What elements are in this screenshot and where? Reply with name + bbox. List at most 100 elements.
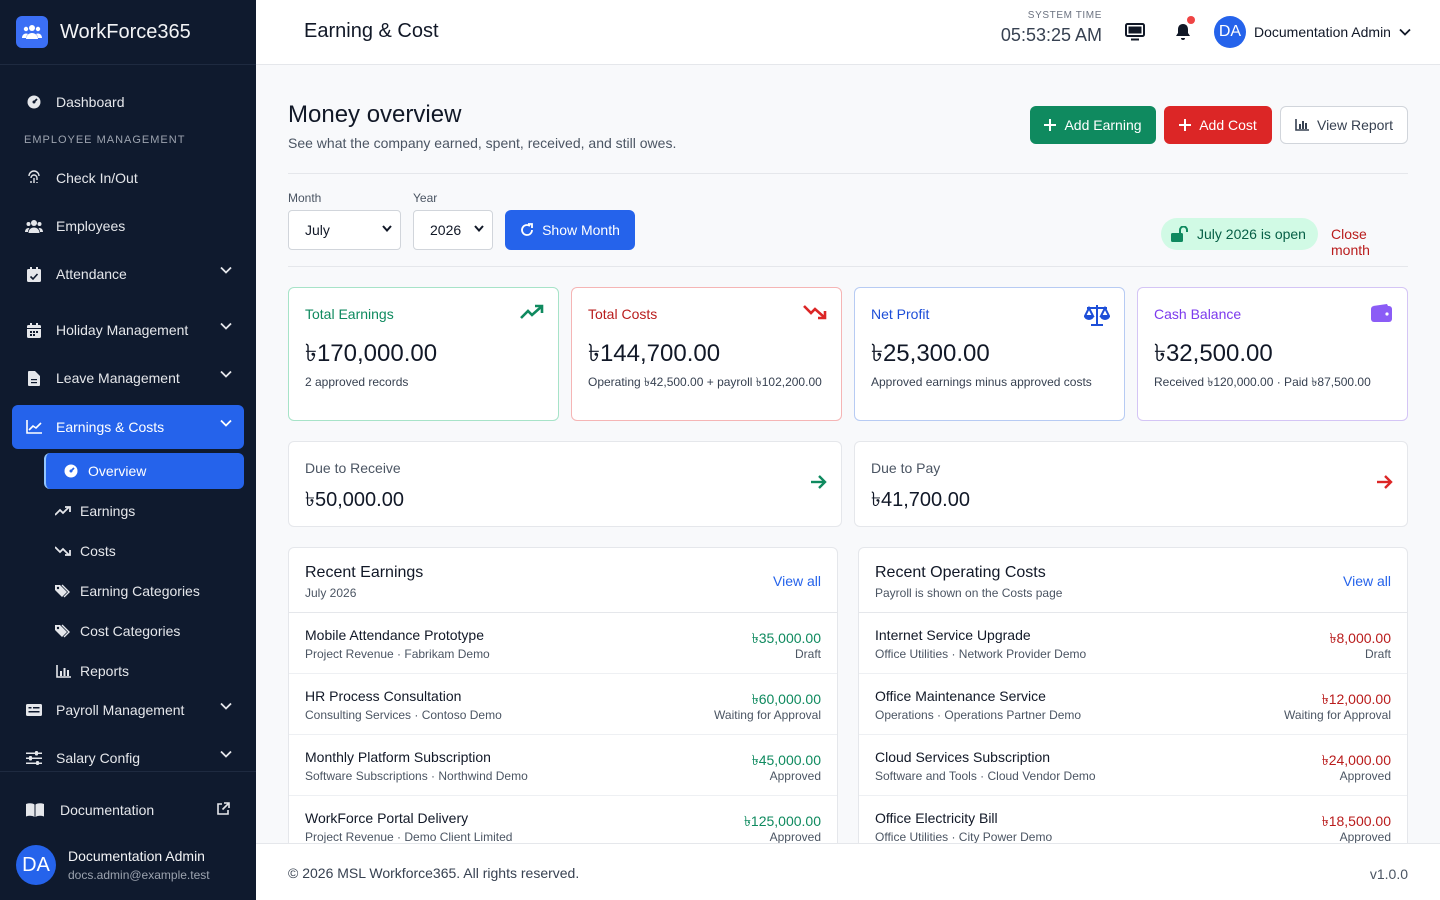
fingerprint-icon bbox=[24, 168, 44, 188]
earning-row[interactable]: WorkForce Portal Delivery Project Revenu… bbox=[289, 796, 837, 843]
due-to-receive-card[interactable]: Due to Receive ৳50,000.00 bbox=[288, 441, 842, 527]
view-all-costs-link[interactable]: View all bbox=[1343, 573, 1391, 589]
row-meta: Project Revenue · Demo Client Limited bbox=[305, 830, 513, 843]
brand-name: WorkForce365 bbox=[60, 20, 191, 43]
sidebar-subitem-label: Earning Categories bbox=[80, 583, 200, 599]
close-month-link[interactable]: Close month bbox=[1331, 226, 1408, 258]
avatar: DA bbox=[16, 845, 56, 885]
calendar-check-icon bbox=[24, 264, 44, 284]
row-status: Draft bbox=[794, 647, 821, 661]
show-month-button[interactable]: Show Month bbox=[505, 210, 635, 250]
sidebar-item-label: Salary Config bbox=[56, 750, 141, 766]
sidebar-subitem-label: Cost Categories bbox=[80, 623, 181, 639]
monitor-icon[interactable] bbox=[1123, 20, 1147, 44]
earning-row[interactable]: Monthly Platform Subscription Software S… bbox=[289, 735, 837, 796]
month-select-value: July bbox=[305, 222, 330, 238]
row-name: WorkForce Portal Delivery bbox=[305, 810, 469, 826]
month-select[interactable]: July bbox=[288, 210, 401, 250]
row-status: Approved bbox=[769, 769, 821, 783]
row-name: Office Maintenance Service bbox=[875, 688, 1046, 704]
kpi-note: Received ৳120,000.00 · Paid ৳87,500.00 bbox=[1154, 375, 1371, 389]
sidebar-item-attendance[interactable]: Attendance bbox=[12, 252, 244, 296]
cost-row[interactable]: Office Electricity Bill Office Utilities… bbox=[859, 796, 1407, 843]
due-to-pay-card[interactable]: Due to Pay ৳41,700.00 bbox=[854, 441, 1408, 527]
sidebar-item-payroll-management[interactable]: Payroll Management bbox=[12, 688, 244, 732]
row-status: Approved bbox=[1339, 769, 1391, 783]
bell-icon[interactable] bbox=[1171, 16, 1195, 44]
main-content: Money overview See what the company earn… bbox=[288, 65, 1408, 843]
sidebar-item-dashboard[interactable]: Dashboard bbox=[12, 80, 244, 124]
sidebar-subitem-reports[interactable]: Reports bbox=[44, 653, 244, 689]
sidebar-item-label: Holiday Management bbox=[56, 322, 189, 338]
sidebar-item-label: Attendance bbox=[56, 266, 127, 282]
add-cost-button[interactable]: Add Cost bbox=[1164, 106, 1272, 144]
row-status: Waiting for Approval bbox=[714, 708, 821, 722]
brand[interactable]: WorkForce365 bbox=[0, 0, 256, 65]
sidebar-subitem-overview[interactable]: Overview bbox=[44, 453, 244, 489]
add-earning-label: Add Earning bbox=[1064, 117, 1142, 133]
sidebar-item-label: Check In/Out bbox=[56, 170, 138, 186]
sidebar-subitem-cost-categories[interactable]: Cost Categories bbox=[44, 613, 244, 649]
sidebar-subitem-label: Overview bbox=[88, 463, 147, 479]
row-status: Waiting for Approval bbox=[1284, 708, 1391, 722]
sidebar-item-holiday-management[interactable]: Holiday Management bbox=[12, 308, 244, 352]
add-cost-label: Add Cost bbox=[1199, 117, 1257, 133]
documentation-label: Documentation bbox=[60, 802, 155, 818]
arrow-right-icon bbox=[811, 475, 827, 489]
view-report-button[interactable]: View Report bbox=[1280, 106, 1408, 144]
page-title: Money overview bbox=[288, 101, 462, 128]
row-name: Monthly Platform Subscription bbox=[305, 749, 491, 765]
user-menu-name: Documentation Admin bbox=[1254, 24, 1391, 40]
sidebar-subitem-earning-categories[interactable]: Earning Categories bbox=[44, 573, 244, 609]
cost-row[interactable]: Internet Service Upgrade Office Utilitie… bbox=[859, 613, 1407, 674]
users-logo-icon bbox=[16, 16, 48, 48]
earning-row[interactable]: Mobile Attendance Prototype Project Reve… bbox=[289, 613, 837, 674]
row-meta: Consulting Services · Contoso Demo bbox=[305, 708, 502, 722]
row-meta: Software Subscriptions · Northwind Demo bbox=[305, 769, 528, 783]
avatar: DA bbox=[1214, 16, 1246, 48]
documentation-link[interactable]: Documentation bbox=[14, 790, 242, 830]
scale-icon bbox=[1084, 304, 1110, 326]
clock-time: 05:53:25 AM bbox=[1000, 25, 1102, 45]
row-name: HR Process Consultation bbox=[305, 688, 462, 704]
view-all-earnings-link[interactable]: View all bbox=[773, 573, 821, 589]
bar-chart-icon bbox=[1295, 119, 1309, 131]
card-title: Recent Earnings bbox=[305, 564, 424, 581]
earning-row[interactable]: HR Process Consultation Consulting Servi… bbox=[289, 674, 837, 735]
sidebar-item-employees[interactable]: Employees bbox=[12, 204, 244, 248]
chevron-down-icon bbox=[220, 266, 232, 274]
chevron-down-icon bbox=[220, 419, 232, 427]
kpi-value: ৳32,500.00 bbox=[1154, 340, 1273, 367]
cost-row[interactable]: Office Maintenance Service Operations · … bbox=[859, 674, 1407, 735]
sidebar-user[interactable]: DA Documentation Admin docs.admin@exampl… bbox=[16, 845, 210, 885]
row-meta: Operations · Operations Partner Demo bbox=[875, 708, 1082, 722]
year-select[interactable]: 2026 bbox=[413, 210, 493, 250]
user-menu[interactable]: DA Documentation Admin bbox=[1214, 16, 1411, 48]
row-meta: Software and Tools · Cloud Vendor Demo bbox=[875, 769, 1096, 783]
view-report-label: View Report bbox=[1316, 117, 1393, 133]
sidebar-item-label: Earnings & Costs bbox=[56, 419, 165, 435]
card-title: Recent Operating Costs bbox=[875, 564, 1046, 581]
external-link-icon bbox=[216, 802, 230, 816]
sidebar: WorkForce365 Dashboard EMPLOYEE MANAGEME… bbox=[0, 0, 256, 900]
sidebar-item-check-in-out[interactable]: Check In/Out bbox=[12, 156, 244, 200]
kpi-label: Total Earnings bbox=[305, 306, 394, 322]
bar-chart-icon bbox=[54, 662, 72, 680]
sidebar-item-earnings-costs[interactable]: Earnings & Costs bbox=[12, 405, 244, 449]
due-label: Due to Receive bbox=[305, 460, 401, 476]
add-earning-button[interactable]: Add Earning bbox=[1030, 106, 1156, 144]
kpi-label: Cash Balance bbox=[1154, 306, 1242, 322]
sidebar-item-leave-management[interactable]: Leave Management bbox=[12, 356, 244, 400]
sliders-icon bbox=[24, 748, 44, 768]
sidebar-user-email: docs.admin@example.test bbox=[68, 868, 210, 882]
kpi-label: Net Profit bbox=[871, 306, 930, 322]
chevron-down-icon bbox=[474, 225, 484, 232]
system-clock: SYSTEM TIME 05:53:25 AM bbox=[1001, 10, 1102, 46]
kpi-value: ৳144,700.00 bbox=[588, 340, 721, 367]
row-meta: Project Revenue · Fabrikam Demo bbox=[305, 647, 490, 661]
sidebar-subitem-costs[interactable]: Costs bbox=[44, 533, 244, 569]
cost-row[interactable]: Cloud Services Subscription Software and… bbox=[859, 735, 1407, 796]
due-label: Due to Pay bbox=[871, 460, 941, 476]
row-status: Draft bbox=[1364, 647, 1391, 661]
sidebar-subitem-earnings[interactable]: Earnings bbox=[44, 493, 244, 529]
